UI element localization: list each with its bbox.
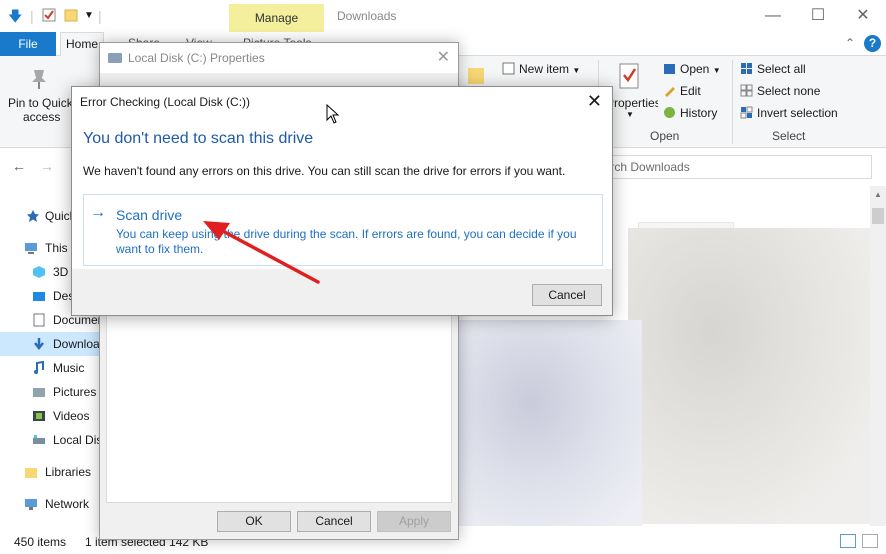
pin-access-label[interactable]: access [23,110,60,124]
open-button[interactable]: Open ▼ [663,62,721,76]
open-label: Open [680,62,710,76]
desktop-icon [33,292,45,301]
properties-dropdown-chevron-icon[interactable]: ▼ [626,110,634,119]
blurred-thumbnail [628,228,872,524]
window-title: Downloads [337,9,397,23]
document-icon [33,313,45,327]
scan-drive-option[interactable]: → Scan drive You can keep using the driv… [83,194,603,266]
pin-icon [28,66,50,93]
right-arrow-icon: → [90,204,106,221]
title-bar: 🡇 | ▼ | Manage Downloads — ☐ ✕ [0,0,886,32]
error-dialog-message: We haven't found any errors on this driv… [83,164,566,178]
invert-selection-label: Invert selection [757,106,838,120]
sidebar-item-label: Pictures [53,385,97,399]
close-icon[interactable]: ✕ [437,47,450,67]
titlebar-separator: | [98,8,102,24]
invert-selection-button[interactable]: Invert selection [740,106,838,120]
error-dialog-heading: You don't need to scan this drive [83,130,314,147]
item-count: 450 items [14,535,67,549]
customize-toolbar-chevron-icon[interactable]: ▼ [84,8,94,24]
open-group-label: Open [650,129,680,143]
sidebar-item-local-disk[interactable]: Local Disk (C:) [0,428,100,452]
picture-icon [33,388,45,397]
error-checking-dialog: Error Checking (Local Disk (C:)) ✕ You d… [71,86,613,316]
properties-title: Local Disk (C:) Properties [128,51,265,65]
select-group-label: Select [772,129,806,143]
edit-label: Edit [680,84,701,98]
history-label: History [680,106,718,120]
select-none-button[interactable]: Select none [740,84,820,98]
titlebar-separator: | [30,8,34,24]
scan-drive-description: You can keep using the drive during the … [116,227,577,256]
sidebar-item-libraries[interactable]: Libraries [0,460,100,484]
sidebar-item-label: Libraries [45,465,92,479]
sidebar-item-videos[interactable]: Videos [0,404,100,428]
sidebar-item-label: Videos [53,409,90,423]
help-icon[interactable]: ? [864,35,881,52]
properties-title-bar: Local Disk (C:) Properties ✕ [100,43,458,73]
maximize-icon[interactable]: ☐ [795,4,841,28]
libraries-folder-icon [25,468,37,478]
search-input[interactable]: Search Downloads [580,155,872,179]
sidebar-item-pictures[interactable]: Pictures [0,380,100,404]
network-icon [25,499,37,510]
details-view-icon[interactable] [840,534,856,548]
edit-button[interactable]: Edit [663,84,701,98]
scrollbar-thumb[interactable] [872,208,884,224]
download-arrow-icon [34,338,44,351]
select-none-label: Select none [757,84,821,98]
tab-home[interactable]: Home [60,32,104,57]
ok-button[interactable]: OK [217,511,291,532]
properties-icon [618,62,640,95]
tab-file[interactable]: File [0,32,56,56]
properties-button[interactable]: Properties [606,96,658,110]
error-dialog-title-bar: Error Checking (Local Disk (C:)) ✕ [72,87,612,117]
apply-button[interactable]: Apply [377,511,451,532]
cancel-button[interactable]: Cancel [297,511,371,532]
new-folder-icon[interactable] [64,8,78,25]
new-item-label: New item [519,62,570,76]
select-all-label: Select all [757,62,806,76]
new-item-button[interactable]: New item ▼ [502,62,580,76]
sidebar-item-label: Music [53,361,85,375]
close-icon[interactable]: ✕ [840,4,886,28]
back-arrow-icon[interactable]: ← [12,158,26,174]
select-all-button[interactable]: Select all [740,62,806,76]
sidebar-item-label: Downloads [53,337,100,351]
sidebar-item-label: Local Disk (C:) [53,433,100,447]
ribbon-separator [732,60,733,144]
large-icons-view-icon[interactable] [862,534,878,548]
error-dialog-title: Error Checking (Local Disk (C:)) [80,95,251,109]
pin-to-quick-label[interactable]: Pin to Quick [8,96,73,110]
ribbon-collapse-chevron-icon[interactable]: ⌃ [845,36,855,50]
properties-checkmark-icon[interactable] [42,8,56,25]
film-icon [33,411,45,421]
forward-arrow-icon[interactable]: → [40,158,54,174]
disk-icon [108,53,122,63]
manage-tab[interactable]: Manage [229,4,324,32]
hard-drive-icon [33,435,45,444]
sidebar-item-label: Network [45,497,90,511]
sidebar-item-music[interactable]: Music [0,356,100,380]
scan-drive-title[interactable]: Scan drive [116,207,182,223]
vertical-scrollbar[interactable]: ▲ [870,186,886,526]
sidebar-item-network[interactable]: Network [0,492,100,516]
cancel-button[interactable]: Cancel [532,284,602,306]
close-icon[interactable]: ✕ [587,91,602,112]
sidebar-item-downloads[interactable]: Downloads [0,332,100,356]
minimize-icon[interactable]: — [750,4,796,28]
star-icon [27,210,39,222]
scroll-up-arrow-icon[interactable]: ▲ [874,190,882,199]
properties-panel [106,313,452,503]
quick-access-down-arrow-icon[interactable]: 🡇 [8,8,22,24]
mouse-cursor-icon [326,104,340,124]
error-dialog-body: You don't need to scan this drive We hav… [72,117,612,269]
history-button[interactable]: History [663,106,717,120]
cube-icon [33,266,45,278]
blurred-thumbnail [458,320,642,526]
computer-icon [25,243,37,254]
music-note-icon [34,361,44,374]
